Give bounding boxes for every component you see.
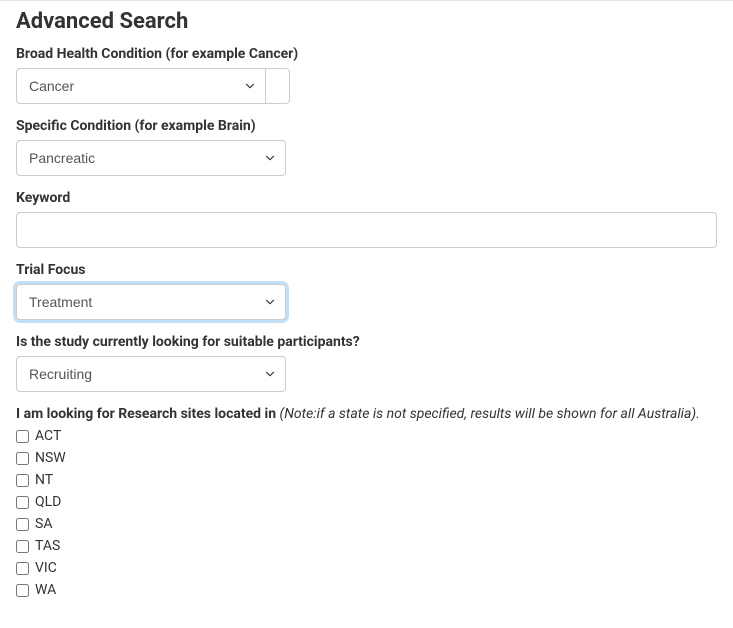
location-checkbox-qld[interactable] — [16, 496, 29, 509]
recruiting-select[interactable]: Recruiting — [16, 356, 286, 392]
location-option-qld: QLD — [16, 494, 717, 510]
location-option-sa: SA — [16, 516, 717, 532]
broad-condition-select[interactable]: Cancer — [16, 68, 266, 104]
keyword-field: Keyword — [16, 190, 717, 248]
keyword-input[interactable] — [16, 212, 717, 248]
location-option-wa: WA — [16, 582, 717, 598]
location-option-vic: VIC — [16, 560, 717, 576]
location-checkbox-wa[interactable] — [16, 584, 29, 597]
location-option-tas: TAS — [16, 538, 717, 554]
location-option-nsw: NSW — [16, 450, 717, 466]
trial-focus-select[interactable]: Treatment — [16, 284, 286, 320]
recruiting-field: Is the study currently looking for suita… — [16, 334, 717, 392]
location-field: I am looking for Research sites located … — [16, 406, 717, 598]
location-checkbox-label[interactable]: NSW — [35, 450, 66, 466]
broad-condition-label: Broad Health Condition (for example Canc… — [16, 46, 717, 62]
location-checkbox-label[interactable]: WA — [35, 582, 56, 598]
specific-condition-field: Specific Condition (for example Brain) P… — [16, 118, 717, 176]
location-checkbox-label[interactable]: VIC — [35, 560, 57, 576]
location-label-prefix: I am looking for Research sites located … — [16, 406, 280, 422]
location-option-act: ACT — [16, 428, 717, 444]
location-checkbox-nsw[interactable] — [16, 452, 29, 465]
location-label-note: (Note:if a state is not specified, resul… — [280, 406, 700, 422]
location-checkbox-tas[interactable] — [16, 540, 29, 553]
broad-condition-field: Broad Health Condition (for example Canc… — [16, 46, 717, 104]
broad-condition-adjunct — [266, 68, 290, 104]
location-checkbox-label[interactable]: ACT — [35, 428, 61, 444]
location-checkbox-list: ACT NSW NT QLD SA TAS — [16, 428, 717, 598]
location-checkbox-vic[interactable] — [16, 562, 29, 575]
keyword-label: Keyword — [16, 190, 717, 206]
location-checkbox-label[interactable]: SA — [35, 516, 52, 532]
location-checkbox-label[interactable]: TAS — [35, 538, 60, 554]
location-checkbox-label[interactable]: NT — [35, 472, 53, 488]
specific-condition-label: Specific Condition (for example Brain) — [16, 118, 717, 134]
trial-focus-field: Trial Focus Treatment — [16, 262, 717, 320]
trial-focus-label: Trial Focus — [16, 262, 717, 278]
location-checkbox-act[interactable] — [16, 430, 29, 443]
recruiting-label: Is the study currently looking for suita… — [16, 334, 717, 350]
location-checkbox-sa[interactable] — [16, 518, 29, 531]
location-option-nt: NT — [16, 472, 717, 488]
location-label: I am looking for Research sites located … — [16, 406, 717, 422]
location-checkbox-nt[interactable] — [16, 474, 29, 487]
location-checkbox-label[interactable]: QLD — [35, 494, 61, 510]
page-title: Advanced Search — [16, 9, 717, 34]
specific-condition-select[interactable]: Pancreatic — [16, 140, 286, 176]
